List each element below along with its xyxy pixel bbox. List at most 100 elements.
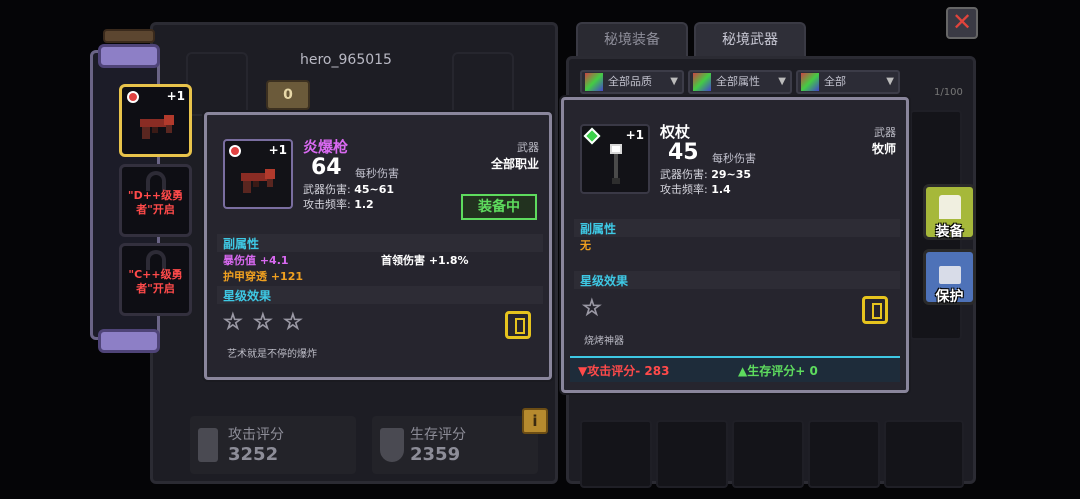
star-effect-title: 星级效果	[580, 274, 629, 288]
protect-button-label: 保护	[935, 289, 964, 305]
attribute-filter-label: 全部属性	[716, 75, 760, 88]
damage-stat: 武器伤害: 45~61	[303, 183, 394, 197]
survive-score-label: 生存评分	[410, 427, 466, 443]
item-name: 权杖	[660, 123, 691, 141]
star-effect-title: 星级效果	[223, 289, 272, 303]
flame-gun-icon	[241, 169, 275, 193]
quality-filter-label: 全部品质	[608, 75, 652, 88]
chevron-down-icon: ▼	[886, 76, 894, 87]
info-button[interactable]: i	[522, 408, 548, 434]
scepter-icon	[610, 144, 622, 184]
tab-secret-weapons[interactable]: 秘境武器	[694, 22, 806, 56]
rate-stat: 攻击频率: 1.2	[303, 198, 374, 212]
sub-attr-title: 副属性	[223, 237, 260, 251]
attack-score-delta: ▼攻击评分- 283	[578, 364, 670, 378]
rate-value: 1.2	[354, 198, 374, 211]
inventory-cell[interactable]	[732, 420, 804, 488]
inventory-count: 1/100	[934, 87, 963, 98]
rarity-icon	[583, 127, 601, 145]
star-icon: ☆	[582, 296, 603, 322]
attribute-filter[interactable]: 全部属性 ▼	[688, 70, 792, 94]
inventory-cell[interactable]	[656, 420, 728, 488]
compare-item-tooltip: +1 权杖 45 每秒伤害 武器伤害: 29~35 攻击频率: 1.4 武器 牧…	[561, 97, 909, 393]
sub-attr-header	[217, 234, 543, 252]
flame-gun-icon	[140, 115, 174, 139]
rarity-icon	[127, 91, 139, 103]
sub-attr-title: 副属性	[580, 222, 617, 236]
item-detail-icon[interactable]	[505, 311, 531, 339]
scroll-top-cap	[98, 44, 160, 68]
damage-label: 武器伤害:	[660, 168, 708, 181]
inventory-cell[interactable]	[580, 420, 652, 488]
dps-label: 每秒伤害	[712, 152, 756, 165]
star-icon: ☆	[223, 310, 244, 336]
sub-attr-crit-damage: 暴伤值 +4.1	[223, 254, 289, 267]
equipped-item-tooltip: +1 炎爆枪 64 每秒伤害 武器伤害: 45~61 攻击频率: 1.2 武器 …	[204, 112, 552, 380]
item-dps: 64	[311, 155, 342, 180]
equip-button-label: 装备	[935, 224, 964, 240]
rate-label: 攻击频率:	[303, 198, 351, 211]
chevron-down-icon: ▼	[778, 76, 786, 87]
item-name: 炎爆枪	[303, 138, 349, 156]
rate-label: 攻击频率:	[660, 183, 708, 196]
rarity-icon	[229, 145, 241, 157]
type-filter[interactable]: 全部 ▼	[796, 70, 900, 94]
sword-icon	[198, 428, 218, 462]
rate-stat: 攻击频率: 1.4	[660, 183, 731, 197]
damage-value: 29~35	[711, 168, 752, 181]
item-class: 全部职业	[490, 157, 539, 171]
damage-stat: 武器伤害: 29~35	[660, 168, 751, 182]
attack-score-label: 攻击评分	[228, 427, 284, 443]
rate-value: 1.4	[711, 183, 731, 196]
sub-attr-header	[574, 219, 900, 237]
hero-level: 0	[283, 87, 293, 103]
armor-slot[interactable]	[452, 52, 514, 116]
survive-score-delta: ▲生存评分+ 0	[738, 364, 818, 378]
tab-secret-equipment[interactable]: 秘境装备	[576, 22, 688, 56]
slot-unlock-requirement: "D++级勇者"开启	[127, 189, 184, 216]
shield-icon	[380, 428, 404, 462]
item-icon-frame: +1	[223, 139, 293, 209]
weapon-slot-1[interactable]: +1	[119, 84, 192, 157]
item-type: 武器	[517, 141, 539, 154]
inventory-cell[interactable]	[808, 420, 880, 488]
lock-icon	[146, 171, 166, 191]
chevron-down-icon: ▼	[670, 76, 678, 87]
item-class: 牧师	[871, 142, 896, 156]
dps-label: 每秒伤害	[355, 167, 399, 180]
protect-button[interactable]: 保护	[923, 249, 976, 305]
item-description: 艺术就是不停的爆炸	[227, 349, 317, 360]
equip-button[interactable]: 装备	[923, 184, 976, 240]
scroll-bottom-cap	[98, 329, 160, 353]
star-icon: ☆	[253, 310, 274, 336]
survive-score-value: 2359	[410, 444, 461, 465]
attack-score-box: 攻击评分 3252	[190, 416, 356, 474]
type-filter-label: 全部	[824, 75, 846, 88]
hero-portrait-frame	[186, 52, 248, 116]
quality-filter-icon	[585, 73, 603, 91]
survive-score-box: 生存评分 2359	[372, 416, 538, 474]
weapon-slot-3-locked[interactable]: "C++级勇者"开启	[119, 243, 192, 316]
item-icon-frame: +1	[580, 124, 650, 194]
inventory-cell[interactable]	[884, 420, 964, 488]
sub-attr-boss-damage: 首领伤害 +1.8%	[381, 254, 469, 267]
scroll-top-ornament	[103, 29, 155, 43]
quality-filter[interactable]: 全部品质 ▼	[580, 70, 684, 94]
equipped-status-badge: 装备中	[461, 194, 537, 220]
lock-icon	[146, 250, 166, 270]
sub-attr-none: 无	[580, 239, 591, 252]
weapon-slot-2-locked[interactable]: "D++级勇者"开启	[119, 164, 192, 237]
slot-plus: +1	[166, 89, 185, 103]
damage-value: 45~61	[354, 183, 395, 196]
lock-icon	[939, 266, 961, 284]
item-dps: 45	[668, 140, 699, 165]
item-plus: +1	[625, 128, 644, 142]
damage-label: 武器伤害:	[303, 183, 351, 196]
slot-unlock-requirement: "C++级勇者"开启	[128, 268, 183, 295]
item-detail-icon[interactable]	[862, 296, 888, 324]
type-filter-icon	[801, 73, 819, 91]
attribute-filter-icon	[693, 73, 711, 91]
close-button[interactable]: ✕	[946, 7, 978, 39]
star-icon: ☆	[283, 310, 304, 336]
shirt-icon	[939, 195, 961, 219]
